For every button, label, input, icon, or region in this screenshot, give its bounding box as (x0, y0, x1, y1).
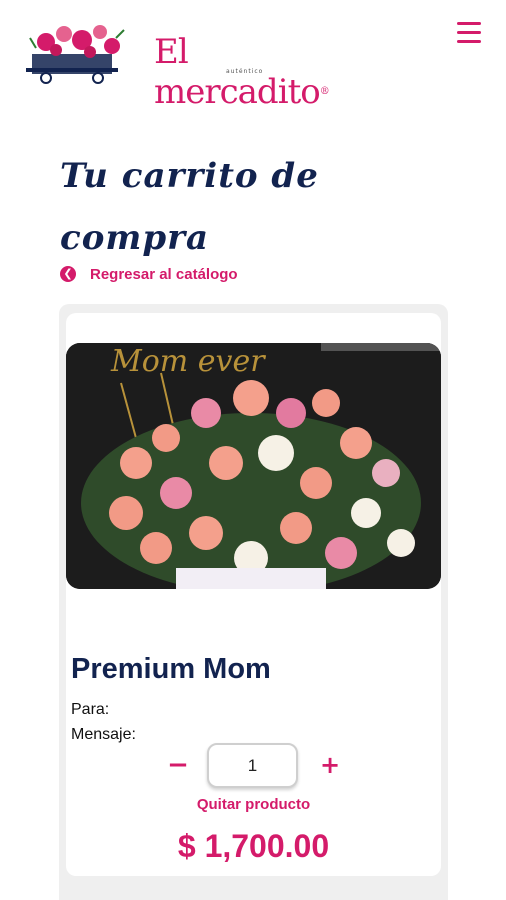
product-name: Premium Mom (71, 653, 271, 685)
product-price: $ 1,700.00 (177, 828, 330, 864)
site-header: El mercadito® auténtico (0, 0, 506, 112)
mensaje-label: Mensaje: (71, 726, 136, 743)
decrease-quantity-button[interactable]: − (166, 750, 190, 780)
site-logo[interactable]: El mercadito® auténtico (26, 18, 330, 112)
page-title-line-2: compra (60, 218, 210, 258)
hamburger-icon-bar (457, 31, 481, 34)
back-to-catalog-link[interactable]: ❮ Regresar al catálogo (60, 264, 238, 284)
product-image: Mom ever (66, 343, 441, 589)
hamburger-icon (457, 22, 481, 25)
remove-product-button[interactable]: Quitar producto (66, 796, 441, 813)
minus-icon: − (167, 750, 189, 780)
cart-item-card: Mom ever Premium Mom Para: Mensaje: − 1 … (66, 313, 441, 876)
hamburger-icon-bar (457, 40, 481, 43)
logo-tagline: auténtico (226, 68, 264, 75)
page-title-line-1: Tu carrito de (60, 156, 319, 196)
logo-flower-cart-icon (26, 25, 125, 84)
image-caption-text: Mom ever (110, 344, 266, 379)
increase-quantity-button[interactable]: + (318, 753, 342, 777)
para-label: Para: (71, 701, 110, 718)
quantity-input[interactable] (207, 743, 298, 788)
quantity-stepper: − + (66, 743, 441, 789)
plus-icon: + (319, 751, 341, 779)
cart-panel: Mom ever Premium Mom Para: Mensaje: − 1 … (59, 304, 448, 900)
circle-arrow-left-icon: ❮ (60, 266, 76, 282)
hamburger-menu-button[interactable] (455, 22, 483, 46)
page-title: Tu carrito de compra (60, 145, 360, 269)
back-link-label: Regresar al catálogo (90, 265, 238, 283)
